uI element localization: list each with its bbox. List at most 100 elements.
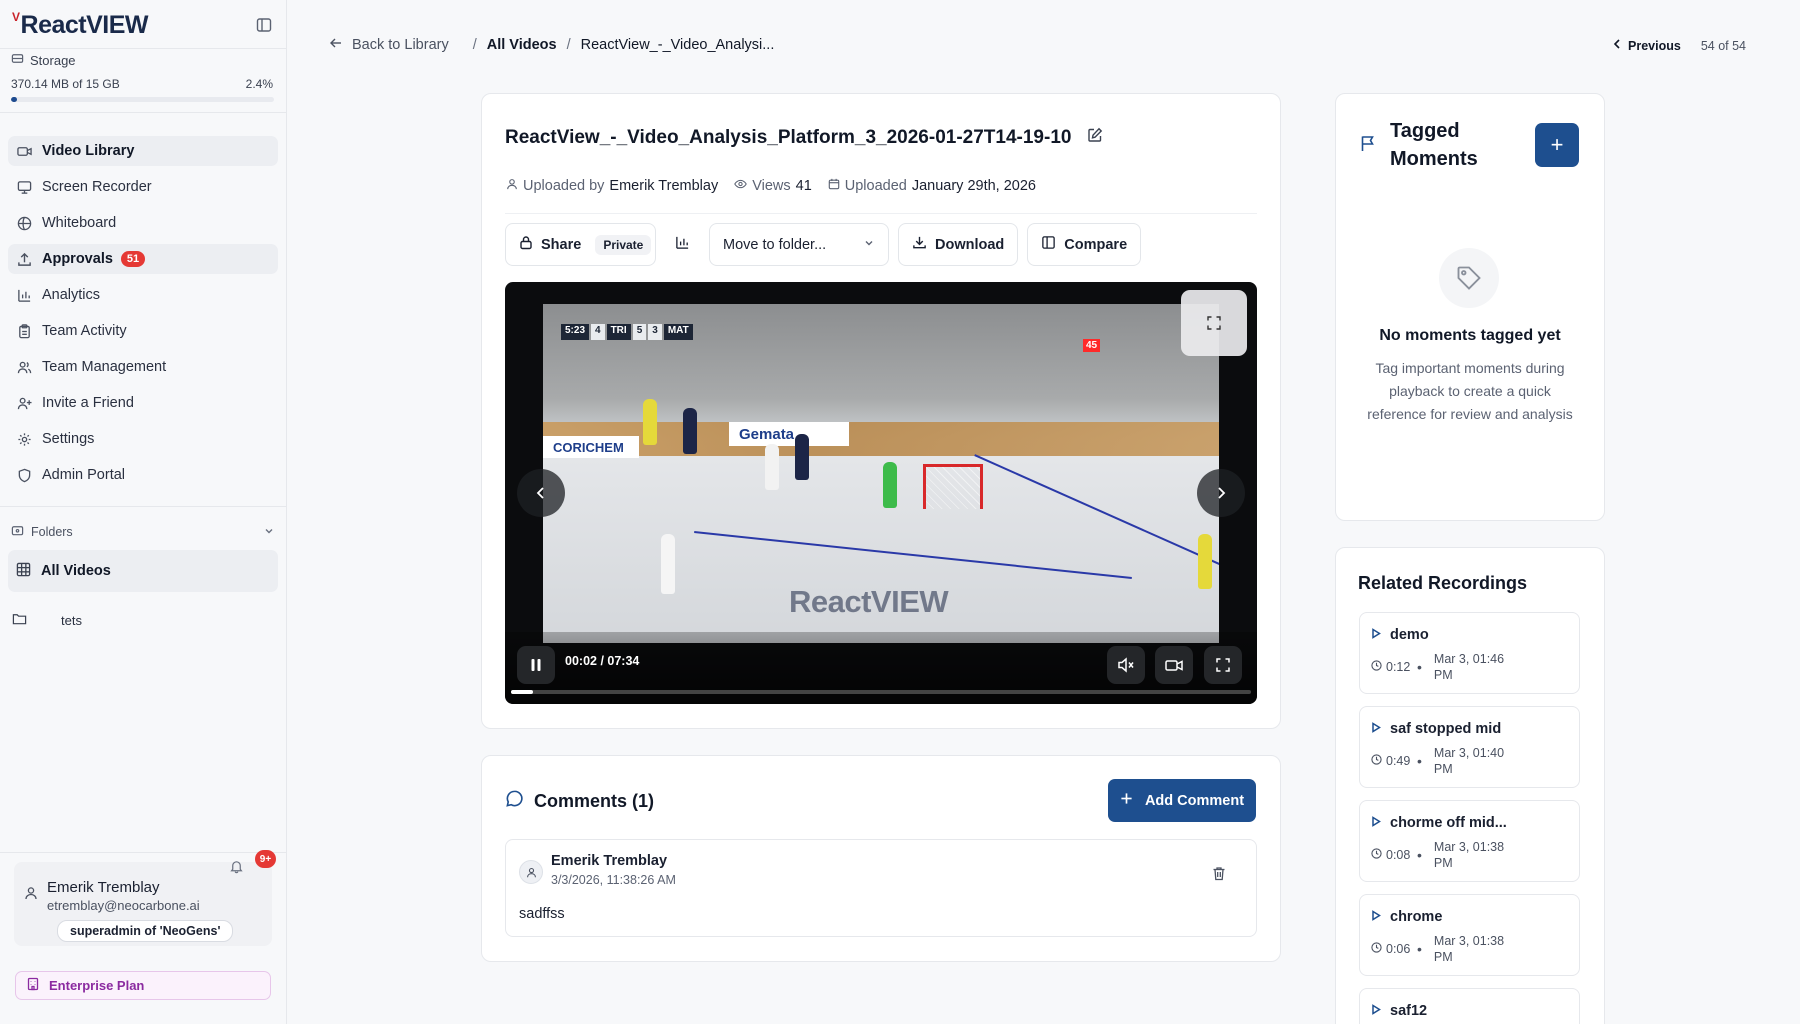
scoreboard: 5:23 4 TRI 5 3 MAT [561,324,693,340]
related-recording-duration: 0:49 [1386,754,1411,768]
folder-icon [12,612,27,629]
sidebar-item-label: Analytics [42,287,101,303]
compare-button[interactable]: Compare [1027,223,1142,266]
back-to-library-link[interactable]: Back to Library [329,36,449,54]
play-icon [1371,815,1381,831]
share-label: Share [541,236,582,253]
sidebar-item-video-library[interactable]: Video Library [8,136,278,166]
scoreboard-score: 3 [648,324,662,340]
share-button[interactable]: Share Private [505,223,656,266]
video-icon [16,143,32,159]
scoreboard-period: 4 [591,324,605,340]
related-recording-name: chrome [1371,909,1442,925]
sidebar-item-label: Team Management [42,359,167,375]
sidebar-item-team-management[interactable]: Team Management [8,352,278,382]
related-recording-item[interactable]: saf12 [1359,988,1580,1024]
sidebar-item-label: Screen Recorder [42,179,152,195]
previous-button[interactable]: Previous [1612,38,1681,53]
message-icon [505,789,524,813]
main-nav: Video Library Screen Recorder Whiteboard Ap… [8,136,278,496]
related-recording-item[interactable]: chrome 0:06 • Mar 3, 01:38 PM [1359,894,1580,976]
meta-views-value: 41 [795,178,812,194]
comments-title: Comments (1) [505,789,654,813]
sidebar-item-invite-a-friend[interactable]: Invite a Friend [8,388,278,418]
monitor-icon [16,179,32,195]
download-button[interactable]: Download [898,223,1019,266]
bell-icon[interactable] [229,859,244,879]
video-player[interactable]: CORICHEM Gemata 5:23 4 TRI 5 3 MAT 45 Re… [505,282,1257,704]
related-recording-duration: 0:06 [1386,942,1411,956]
pager-count: 54 of 54 [1700,38,1746,53]
meta-uploaded-value: January 29th, 2026 [911,178,1036,194]
lock-icon [519,235,533,254]
play-icon [1371,909,1381,925]
plan-badge[interactable]: Enterprise Plan [15,971,271,1000]
trash-icon[interactable] [1212,866,1226,886]
related-recording-date: Mar 3, 01:46 PM [1433,652,1505,682]
chevron-left-icon [1612,38,1622,53]
sidebar-item-admin-portal[interactable]: Admin Portal [8,460,278,490]
sidebar-item-team-activity[interactable]: Team Activity [8,316,278,346]
plus-icon [1120,792,1133,809]
related-recording-title: saf stopped mid [1390,721,1502,737]
related-recordings-title: Related Recordings [1358,573,1528,593]
mute-icon[interactable] [1107,646,1145,684]
previous-video-button[interactable] [517,469,565,517]
sidebar-item-screen-recorder[interactable]: Screen Recorder [8,172,278,202]
related-recording-name: demo [1371,627,1429,643]
playback-progress[interactable] [511,690,1251,694]
approvals-count-badge: 51 [120,251,146,267]
related-recording-item[interactable]: saf stopped mid 0:49 • Mar 3, 01:40 PM [1359,706,1580,788]
expand-icon[interactable] [1181,290,1247,356]
folder-all-videos[interactable]: All Videos [8,550,278,592]
analytics-button[interactable] [665,223,700,266]
sidebar-toggle-icon[interactable] [253,14,275,36]
move-to-folder-select[interactable]: Move to folder... [709,223,889,266]
add-comment-button[interactable]: Add Comment [1108,779,1256,822]
divider [0,506,287,507]
logo[interactable]: V ReactVIEW [12,10,149,40]
camera-icon[interactable] [1155,646,1193,684]
breadcrumb-separator: / [566,37,571,53]
sidebar-item-approvals[interactable]: Approvals 51 [8,244,278,274]
video-frame[interactable]: CORICHEM Gemata 5:23 4 TRI 5 3 MAT 45 Re… [543,304,1219,643]
next-video-button[interactable] [1197,469,1245,517]
meta-uploader: Uploaded by Emerik Tremblay [506,178,718,194]
empty-state-title: No moments tagged yet [1379,327,1561,344]
related-recording-title: saf12 [1390,1003,1428,1019]
privacy-badge: Private [595,234,652,255]
related-recording-name: chorme off mid... [1371,815,1507,831]
pager: Previous 54 of 54 [1612,38,1746,53]
sidebar-item-analytics[interactable]: Analytics [8,280,278,310]
folders-label: Folders [31,525,73,539]
pause-icon[interactable] [517,646,555,684]
related-recording-duration: 0:08 [1386,848,1411,862]
fullscreen-icon[interactable] [1204,646,1242,684]
meta-separator: • [1417,847,1422,863]
clock-icon [1371,660,1382,674]
related-recording-date: Mar 3, 01:38 PM [1433,840,1505,870]
rink-player [765,444,779,490]
folders-header[interactable]: Folders [11,524,275,540]
download-label: Download [935,236,1005,253]
related-recording-item[interactable]: demo 0:12 • Mar 3, 01:46 PM [1359,612,1580,694]
sidebar-item-whiteboard[interactable]: Whiteboard [8,208,278,238]
video-title: ReactView_-_Video_Analysis_Platform_3_20… [505,127,1103,149]
clock-icon [1371,942,1382,956]
breadcrumb-all-videos[interactable]: All Videos [487,37,557,53]
folder-item[interactable]: tets [12,612,82,629]
scoreboard-score: 5 [632,324,647,340]
avatar [519,860,543,884]
storage-icon [11,52,24,68]
play-icon [1371,721,1381,737]
chevron-down-icon[interactable] [263,525,275,540]
edit-icon[interactable] [1087,127,1103,149]
clock-icon [1371,848,1382,862]
scoreboard-team: TRI [606,324,631,340]
add-tag-button[interactable]: + [1535,123,1579,167]
related-recording-item[interactable]: chorme off mid... 0:08 • Mar 3, 01:38 PM [1359,800,1580,882]
divider [0,852,287,853]
related-recording-duration: 0:12 [1386,660,1411,674]
sidebar-item-settings[interactable]: Settings [8,424,278,454]
related-recording-title: demo [1390,627,1429,643]
